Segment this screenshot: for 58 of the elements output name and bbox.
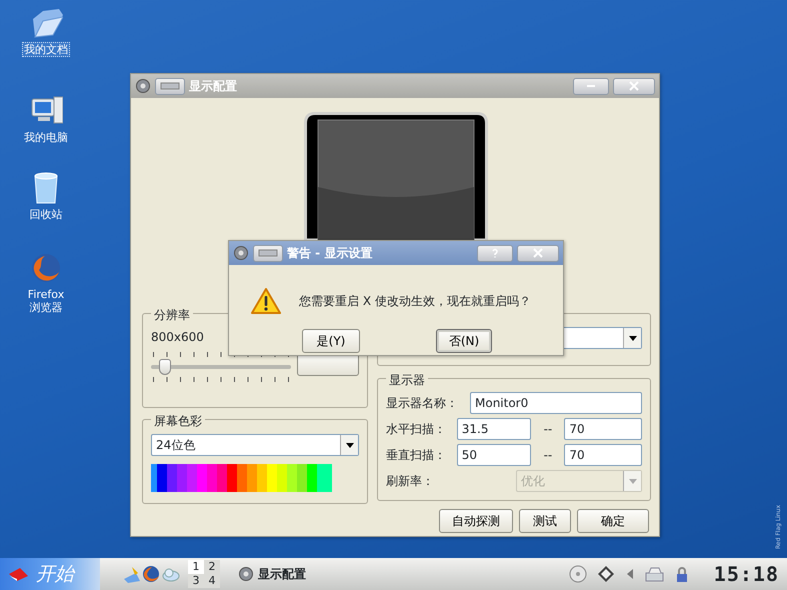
dialog-button[interactable]: 否(N): [436, 329, 492, 353]
window-menu-icon: [258, 249, 278, 257]
window-menu-button[interactable]: [253, 244, 283, 262]
resolution-value: 800x600: [151, 330, 204, 344]
range-separator: --: [542, 447, 554, 464]
printer-icon[interactable]: [644, 566, 664, 582]
input-field[interactable]: 70: [564, 444, 642, 466]
book-icon: [8, 566, 28, 582]
field-label: 垂直扫描：: [386, 447, 447, 464]
clock-time: 15:18: [714, 561, 779, 588]
disc-icon[interactable]: [568, 565, 587, 583]
caret-icon: [346, 442, 354, 448]
desktop-icon-label[interactable]: 我的文档: [22, 42, 70, 58]
dialog-button[interactable]: 是(Y): [302, 329, 360, 353]
taskbar-task[interactable]: 显示配置: [258, 565, 306, 583]
dialog-button[interactable]: 测试: [519, 509, 571, 533]
warning-icon: [251, 287, 281, 315]
caret-icon: [628, 336, 636, 340]
input-field[interactable]: Monitor0: [470, 392, 642, 414]
slider-thumb[interactable]: [159, 359, 171, 375]
minimize-button[interactable]: [573, 78, 609, 94]
desktop-pager-cell[interactable]: 2: [204, 560, 220, 574]
caret-icon: [628, 478, 636, 484]
arrow-left-icon[interactable]: [624, 568, 635, 580]
desktop-pager-cell[interactable]: 3: [188, 574, 204, 588]
field-label: 显示器名称：: [386, 395, 459, 412]
input-field[interactable]: 31.5: [456, 418, 532, 440]
desktop-icon-label[interactable]: Firefox 浏览器: [26, 287, 66, 316]
window-title: 显示配置: [189, 78, 238, 95]
globe-fox-icon[interactable]: [142, 565, 160, 583]
gear-icon[interactable]: [135, 78, 151, 94]
desktop-pager-cell[interactable]: 1: [188, 560, 204, 574]
input-field[interactable]: 70: [564, 418, 642, 440]
close-icon: [629, 81, 639, 91]
close-icon: [533, 248, 543, 258]
dialog-button[interactable]: 确定: [577, 509, 649, 533]
dropdown-field[interactable]: 24位色: [151, 434, 359, 456]
desktop-pager-cell[interactable]: 4: [204, 574, 220, 588]
close-button[interactable]: [517, 244, 559, 262]
close-button[interactable]: [613, 78, 655, 94]
window-menu-icon: [160, 82, 180, 90]
window-title: 警告 - 显示设置: [287, 245, 374, 262]
range-separator: --: [542, 421, 554, 438]
field-label: 水平扫描：: [386, 421, 447, 438]
desktop-icon-label[interactable]: 我的电脑: [22, 130, 70, 146]
help-icon: [490, 248, 500, 258]
gear-icon[interactable]: [233, 245, 249, 261]
window-menu-button[interactable]: [155, 78, 185, 94]
group-title: 分辨率: [151, 306, 193, 324]
group-title: 屏幕色彩: [151, 412, 205, 430]
dialog-button[interactable]: 自动探测: [439, 509, 513, 533]
help-button[interactable]: [477, 244, 513, 262]
field-label: 刷新率：: [386, 473, 435, 490]
dialog-message: 您需要重启 X 使改动生效，现在就重启吗？: [299, 293, 531, 310]
desktop-icon-label[interactable]: 回收站: [28, 207, 64, 222]
diamond-icon[interactable]: [596, 565, 615, 583]
gear-icon[interactable]: [238, 566, 254, 582]
input-field[interactable]: 50: [456, 444, 532, 466]
